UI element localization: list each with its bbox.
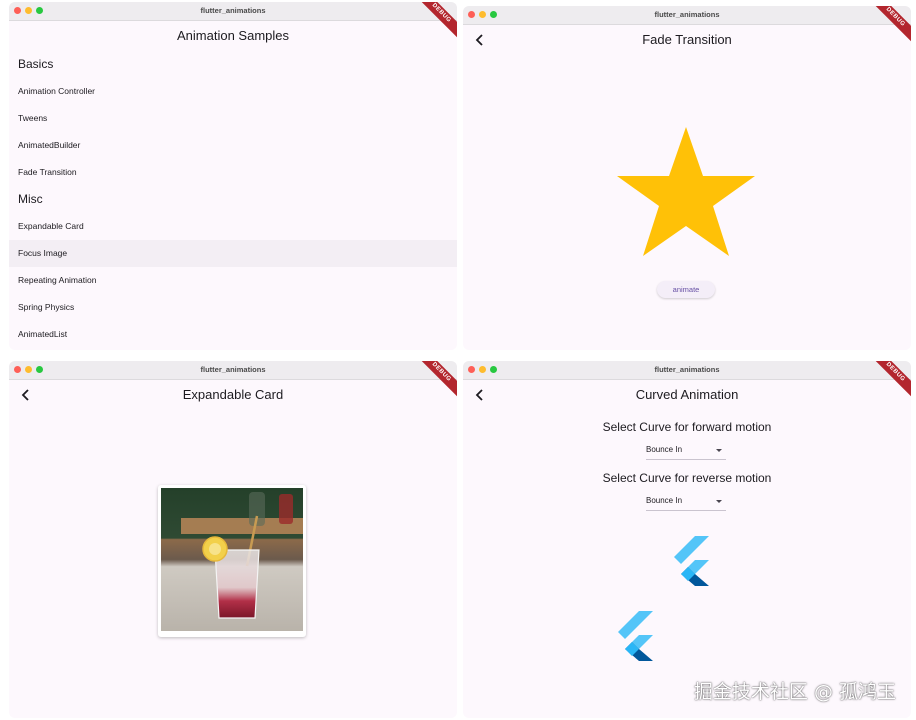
list-item-animatedlist[interactable]: AnimatedList [9, 321, 457, 348]
window-controls [14, 7, 43, 14]
flutter-logo-icon [618, 611, 653, 661]
chevron-down-icon [716, 449, 722, 452]
titlebar: flutter_animations [9, 2, 457, 21]
app-bar: Curved Animation [463, 380, 911, 410]
star-icon [617, 127, 755, 256]
maximize-window-button[interactable] [490, 11, 497, 18]
minimize-window-button[interactable] [25, 366, 32, 373]
window-title: flutter_animations [654, 365, 720, 374]
app-bar: Fade Transition [463, 25, 911, 55]
list-item-focus-image[interactable]: Focus Image [9, 240, 457, 267]
list-item-expandable-card[interactable]: Expandable Card [9, 213, 457, 240]
back-arrow-icon[interactable] [469, 25, 491, 55]
forward-curve-label: Select Curve for forward motion [602, 420, 772, 434]
maximize-window-button[interactable] [36, 7, 43, 14]
list-item-animatedbuilder[interactable]: AnimatedBuilder [9, 132, 457, 159]
list-item-tweens[interactable]: Tweens [9, 105, 457, 132]
window-title: flutter_animations [654, 10, 720, 19]
page-title: Animation Samples [177, 28, 289, 43]
page-title: Curved Animation [635, 387, 739, 402]
close-window-button[interactable] [14, 366, 21, 373]
window-controls [468, 11, 497, 18]
list-item-fade-transition[interactable]: Fade Transition [9, 159, 457, 186]
window-title: flutter_animations [200, 365, 266, 374]
sample-list: Basics Animation Controller Tweens Anima… [9, 51, 457, 348]
window-title: flutter_animations [200, 6, 266, 15]
reverse-curve-dropdown[interactable]: Bounce In [646, 494, 726, 511]
close-window-button[interactable] [468, 366, 475, 373]
titlebar: flutter_animations [463, 6, 911, 25]
window-animation-samples: flutter_animations DEBUG Animation Sampl… [9, 2, 457, 350]
window-fade-transition: flutter_animations DEBUG Fade Transition… [463, 6, 911, 350]
chevron-down-icon [716, 500, 722, 503]
close-window-button[interactable] [14, 7, 21, 14]
app-bar: Animation Samples [9, 21, 457, 51]
window-controls [468, 366, 497, 373]
forward-curve-value: Bounce In [646, 445, 683, 454]
titlebar: flutter_animations [9, 361, 457, 380]
back-arrow-icon[interactable] [469, 380, 491, 410]
watermark: 掘金技术社区 @ 孤鸿玉 [693, 681, 896, 703]
section-header-misc: Misc [18, 192, 43, 206]
minimize-window-button[interactable] [479, 366, 486, 373]
animate-button[interactable]: animate [657, 281, 715, 298]
expandable-card[interactable] [158, 485, 306, 637]
drink-photo [161, 488, 303, 631]
minimize-window-button[interactable] [479, 11, 486, 18]
titlebar: flutter_animations [463, 361, 911, 380]
window-controls [14, 366, 43, 373]
list-item-animation-controller[interactable]: Animation Controller [9, 78, 457, 105]
section-header-basics: Basics [18, 57, 54, 71]
maximize-window-button[interactable] [490, 366, 497, 373]
page-title: Fade Transition [642, 32, 732, 47]
forward-curve-dropdown[interactable]: Bounce In [646, 443, 726, 460]
window-curved-animation: flutter_animations DEBUG Curved Animatio… [463, 361, 911, 718]
window-expandable-card: flutter_animations DEBUG Expandable Card [9, 361, 457, 718]
flutter-logo-icon [674, 536, 709, 586]
list-item-repeating-animation[interactable]: Repeating Animation [9, 267, 457, 294]
reverse-curve-value: Bounce In [646, 496, 683, 505]
maximize-window-button[interactable] [36, 366, 43, 373]
back-arrow-icon[interactable] [15, 380, 37, 410]
close-window-button[interactable] [468, 11, 475, 18]
reverse-curve-label: Select Curve for reverse motion [602, 471, 772, 485]
minimize-window-button[interactable] [25, 7, 32, 14]
page-title: Expandable Card [182, 387, 284, 402]
app-bar: Expandable Card [9, 380, 457, 410]
list-item-spring-physics[interactable]: Spring Physics [9, 294, 457, 321]
